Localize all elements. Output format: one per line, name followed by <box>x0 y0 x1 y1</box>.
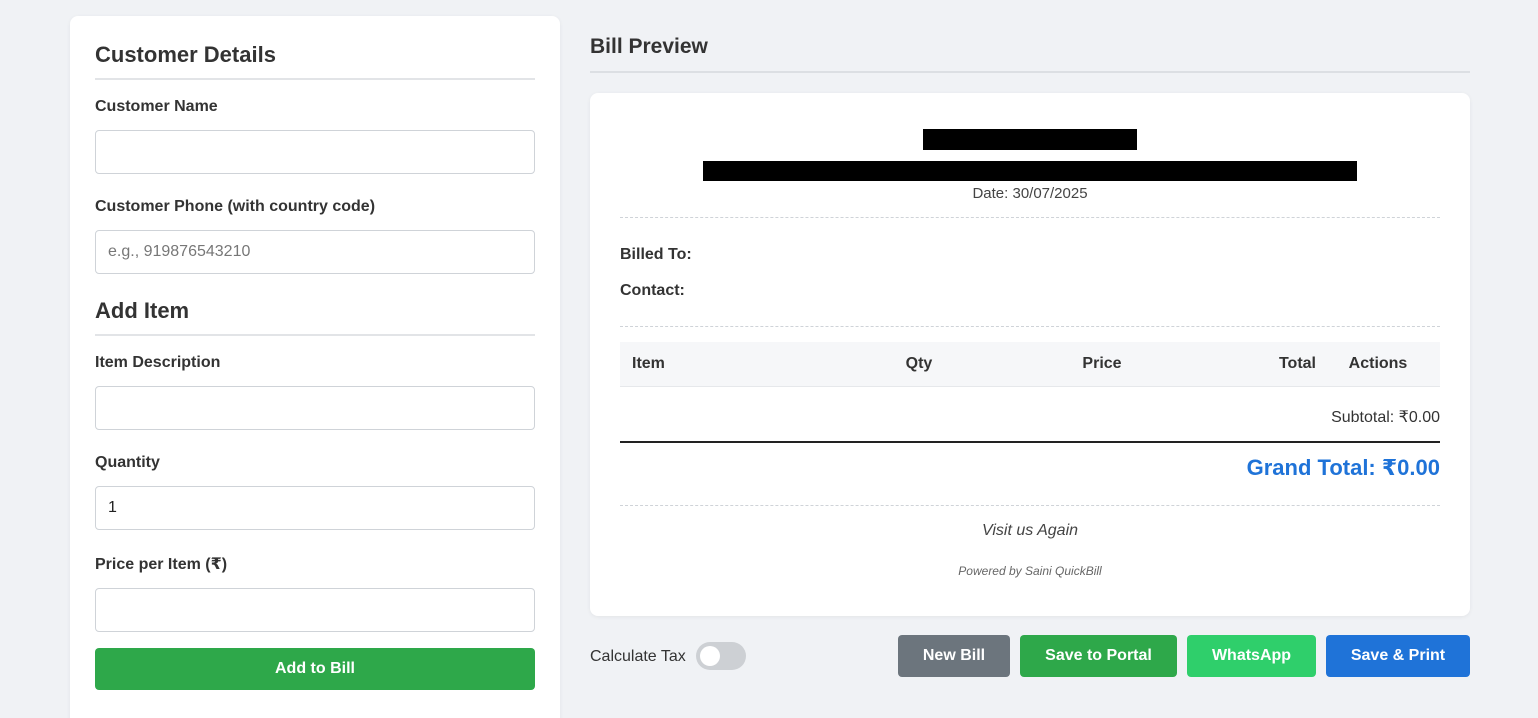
bill-preview-area: Bill Preview Date: 30/07/2025 Billed To:… <box>590 0 1470 677</box>
price-input[interactable] <box>95 588 535 632</box>
header-total: Total <box>1218 342 1316 387</box>
toggle-knob <box>700 646 720 666</box>
add-item-heading: Add Item <box>95 298 535 336</box>
bill-preview-heading: Bill Preview <box>590 35 1470 73</box>
divider <box>620 326 1440 327</box>
redacted-business-name <box>923 129 1137 150</box>
whatsapp-button[interactable]: WhatsApp <box>1187 635 1316 677</box>
calculate-tax-toggle[interactable] <box>696 642 746 670</box>
subtotal: Subtotal: ₹0.00 <box>620 407 1440 443</box>
customer-phone-label: Customer Phone (with country code) <box>95 198 376 215</box>
action-bar: Calculate Tax New Bill Save to Portal Wh… <box>590 635 1470 677</box>
header-item: Item <box>620 342 852 387</box>
header-price: Price <box>986 342 1218 387</box>
new-bill-button[interactable]: New Bill <box>898 635 1010 677</box>
calculate-tax-label: Calculate Tax <box>590 648 686 665</box>
item-description-input[interactable] <box>95 386 535 430</box>
divider <box>620 504 1440 506</box>
save-to-portal-button[interactable]: Save to Portal <box>1020 635 1177 677</box>
powered-by: Powered by Saini QuickBill <box>958 563 1102 578</box>
bill-date: Date: 30/07/2025 <box>972 185 1088 202</box>
header-actions: Actions <box>1316 342 1440 387</box>
customer-name-input[interactable] <box>95 130 535 174</box>
customer-details-heading: Customer Details <box>95 42 535 80</box>
item-description-label: Item Description <box>95 354 221 371</box>
footer-message: Visit us Again <box>981 521 1079 539</box>
customer-form-panel: Customer Details Customer Name Customer … <box>70 16 560 718</box>
save-and-print-button[interactable]: Save & Print <box>1326 635 1470 677</box>
header-qty: Qty <box>852 342 986 387</box>
quantity-label: Quantity <box>95 454 160 471</box>
redacted-business-address <box>703 161 1357 181</box>
customer-name-label: Customer Name <box>95 98 218 115</box>
contact-label: Contact: <box>620 282 685 299</box>
price-label: Price per Item (₹) <box>95 556 228 573</box>
add-to-bill-button[interactable]: Add to Bill <box>95 648 535 690</box>
quantity-input[interactable] <box>95 486 535 530</box>
divider <box>620 217 1440 218</box>
bill-card: Date: 30/07/2025 Billed To: Contact: Ite… <box>590 93 1470 616</box>
grand-total: Grand Total: ₹0.00 <box>1246 454 1440 480</box>
customer-phone-input[interactable] <box>95 230 535 274</box>
billed-to-label: Billed To: <box>620 246 692 263</box>
bill-items-table: Item Qty Price Total Actions <box>620 342 1440 387</box>
